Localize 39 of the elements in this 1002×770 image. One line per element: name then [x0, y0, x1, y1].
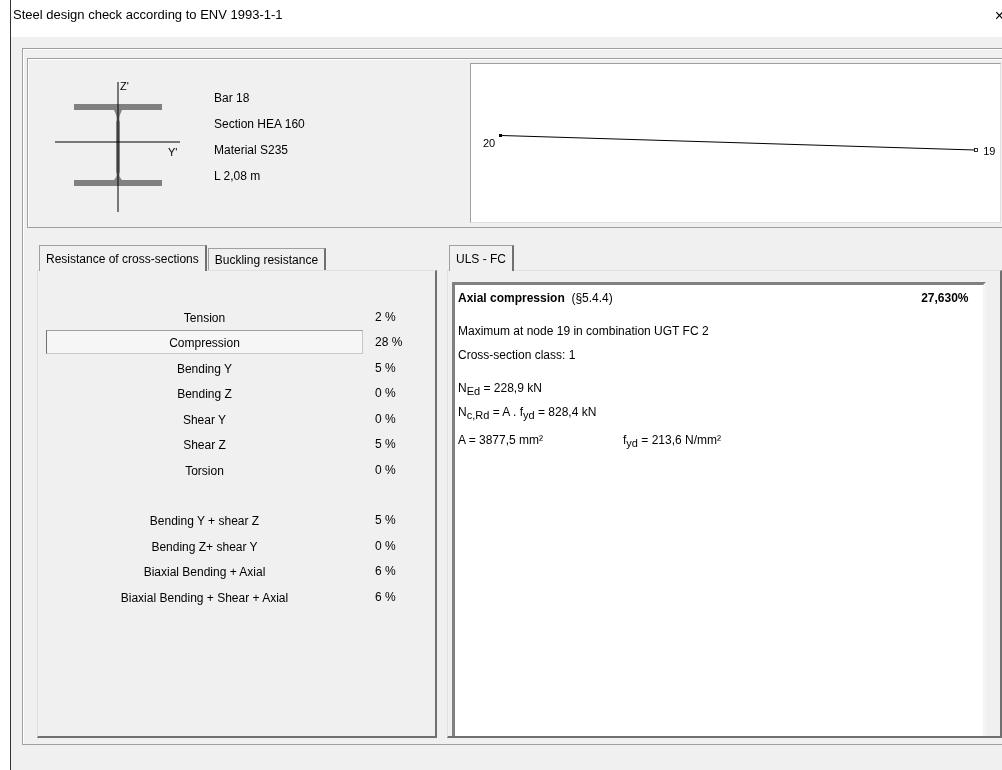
- check-item[interactable]: Bending Y + shear Z: [46, 508, 363, 533]
- check-heading: Axial compression (§5.4.4): [458, 291, 613, 305]
- utilization-value: 2 %: [375, 309, 396, 324]
- tab[interactable]: Buckling resistance: [207, 248, 327, 270]
- utilization-value: 0 %: [375, 538, 396, 553]
- tab[interactable]: ULS - FC: [449, 245, 514, 271]
- check-item[interactable]: Compression: [46, 330, 363, 355]
- close-button[interactable]: ×: [994, 6, 1002, 25]
- section-info-text: Bar 18: [214, 90, 251, 106]
- check-item[interactable]: Bending Z+ shear Y: [46, 533, 363, 558]
- utilization-value: 0 %: [375, 386, 396, 401]
- check-item[interactable]: Tension: [46, 304, 363, 329]
- utilization-value: 6 %: [375, 589, 396, 604]
- tab[interactable]: Resistance of cross-sections: [39, 245, 207, 271]
- result-text: Maximum at node 19 in combination UGT FC 2: [458, 323, 710, 340]
- node-label: 19: [983, 145, 996, 157]
- check-item[interactable]: Biaxial Bending + Shear + Axial: [46, 584, 363, 609]
- utilization-value: 6 %: [375, 564, 396, 579]
- utilization-value: 5 %: [375, 513, 396, 528]
- utilization-ratio: 27,630%: [921, 291, 969, 305]
- node-label: 20: [483, 137, 496, 149]
- utilization-value: 28 %: [375, 335, 403, 350]
- formula-text: A = 3877,5 mm²: [458, 433, 545, 447]
- check-item[interactable]: Torsion: [46, 457, 363, 482]
- section-info-text: L 2,08 m: [214, 168, 262, 184]
- utilization-value: 5 %: [375, 437, 396, 452]
- check-item[interactable]: Bending Z: [46, 381, 363, 406]
- utilization-value: 0 %: [375, 462, 396, 477]
- section-info-text: Section HEA 160: [214, 116, 305, 132]
- result-text: Cross-section class: 1: [458, 347, 577, 364]
- check-item[interactable]: Bending Y: [46, 355, 363, 380]
- check-item[interactable]: Shear Y: [46, 406, 363, 431]
- window-title: Steel design check according to ENV 1993-1-1: [13, 7, 283, 22]
- utilization-value: 0 %: [375, 411, 396, 426]
- i-beam-section-drawing: Z' Y': [52, 72, 192, 212]
- utilization-value: 5 %: [375, 360, 396, 375]
- check-item[interactable]: Biaxial Bending + Axial: [46, 559, 363, 584]
- section-info-text: Material S235: [214, 142, 290, 158]
- check-item[interactable]: Shear Z: [46, 432, 363, 457]
